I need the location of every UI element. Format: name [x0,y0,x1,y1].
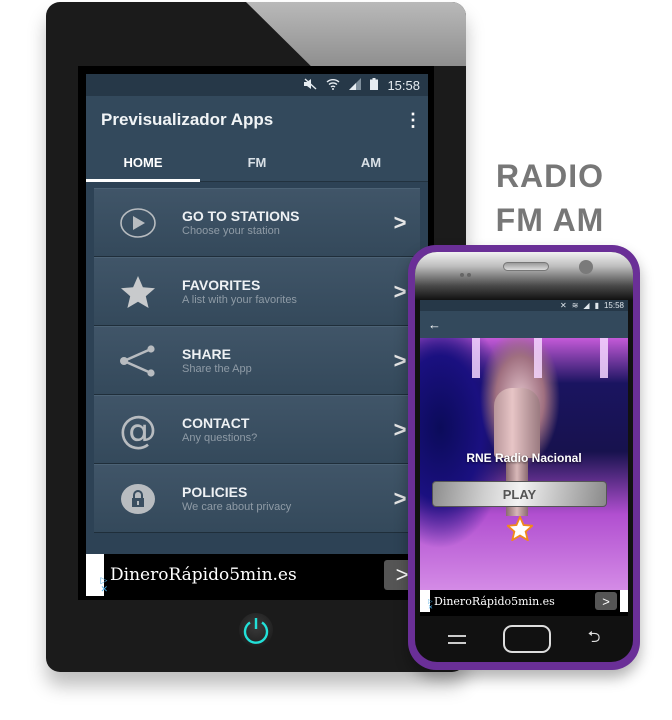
status-time: 15:58 [387,77,420,93]
earpiece-speaker [503,262,549,271]
favorite-star-icon[interactable] [505,514,535,546]
overflow-menu-icon[interactable]: ⋮ [404,110,422,131]
menu-item-title: FAVORITES [182,277,261,293]
battery-icon [370,77,379,93]
menu-item-go-to-stations[interactable]: GO TO STATIONS Choose your station > [94,188,420,257]
at-icon: @ [119,407,157,452]
tab-bar: HOME FM AM [86,144,428,182]
sensor-dots [460,264,474,277]
menu-item-subtitle: A list with your favorites [182,294,297,306]
back-arrow-icon[interactable]: ← [428,317,441,332]
app-bar: Previsualizador Apps ⋮ [86,96,428,144]
chevron-right-icon: > [393,209,407,235]
mute-icon: ✕ [560,301,567,310]
menu-item-contact[interactable]: @ CONTACT Any questions? > [94,395,420,464]
power-icon [243,618,269,644]
play-circle-icon [94,207,182,239]
share-icon [94,344,182,377]
menu-item-subtitle: We care about privacy [182,501,292,513]
tab-fm[interactable]: FM [200,144,314,181]
background-light [600,338,608,378]
app-screen: 15:58 Previsualizador Apps ⋮ HOME FM AM … [86,74,428,596]
background-light [534,338,542,378]
menu-item-subtitle: Any questions? [182,432,258,444]
menu-item-policies[interactable]: POLICIES We care about privacy > [94,464,420,533]
menu-item-title: CONTACT [182,415,250,431]
menu-item-favorites[interactable]: FAVORITES A list with your favorites > [94,257,420,326]
tab-am[interactable]: AM [314,144,428,181]
tablet-device: 15:58 Previsualizador Apps ⋮ HOME FM AM … [46,2,466,672]
wifi-icon: ≋ [571,301,579,310]
microphone-image [494,388,540,458]
star-icon [94,275,182,309]
phone-device: ✕ ≋ ◢ ▮ 15:58 ← RNE Radio Nacional PLAY [408,245,640,670]
station-name: RNE Radio Nacional [466,451,582,465]
ad-close-icon[interactable]: ✕ [100,585,108,594]
menu-item-share[interactable]: SHARE Share the App > [94,326,420,395]
phone-status-time: 15:58 [603,301,624,310]
mute-icon [303,77,317,93]
ad-text[interactable]: DineroRápido5min.es [434,595,595,608]
signal-icon: ◢ [583,301,590,310]
menu-item-subtitle: Choose your station [182,225,280,237]
ad-close-icon[interactable]: ✕ [428,605,433,611]
tablet-gloss [246,2,466,66]
menu-item-subtitle: Share the App [182,363,252,375]
tab-home[interactable]: HOME [86,144,200,182]
menu-item-title: POLICIES [182,484,248,500]
signal-icon [349,77,362,93]
recent-apps-icon[interactable] [447,634,466,644]
heading-line-1: RADIO [495,158,605,194]
lock-icon [94,483,182,515]
front-camera [579,260,593,274]
ad-open-button[interactable]: > [595,592,617,610]
menu-item-title: SHARE [182,346,232,362]
app-title: Previsualizador Apps [101,110,274,129]
phone-status-bar: ✕ ≋ ◢ ▮ 15:58 [420,300,628,311]
power-button[interactable] [239,613,273,647]
ad-banner[interactable]: ▷ ✕ DineroRápido5min.es > [86,554,428,596]
phone-nav-bar: ⮌ [415,616,633,662]
phone-screen: ✕ ≋ ◢ ▮ 15:58 ← RNE Radio Nacional PLAY [420,300,628,616]
background-light [472,338,480,378]
phone-ad-banner[interactable]: ▷ ✕ DineroRápido5min.es > [420,590,628,612]
play-button[interactable]: PLAY [432,481,607,507]
promo-heading: RADIO FM AM [470,154,630,242]
phone-top-bezel [415,252,633,300]
battery-icon: ▮ [594,301,599,310]
wifi-icon [326,78,340,93]
phone-app-bar: ← [420,311,628,338]
home-button[interactable] [502,625,551,653]
tablet-screen: 15:58 Previsualizador Apps ⋮ HOME FM AM … [78,66,434,600]
menu-item-title: GO TO STATIONS [182,208,300,224]
ad-text[interactable]: DineroRápido5min.es [110,565,384,585]
player-view: RNE Radio Nacional PLAY [420,338,628,590]
back-nav-icon[interactable]: ⮌ [588,626,601,653]
heading-line-2: FM AM [495,202,605,238]
main-menu: GO TO STATIONS Choose your station > FAV… [94,188,420,533]
status-bar: 15:58 [86,74,428,96]
